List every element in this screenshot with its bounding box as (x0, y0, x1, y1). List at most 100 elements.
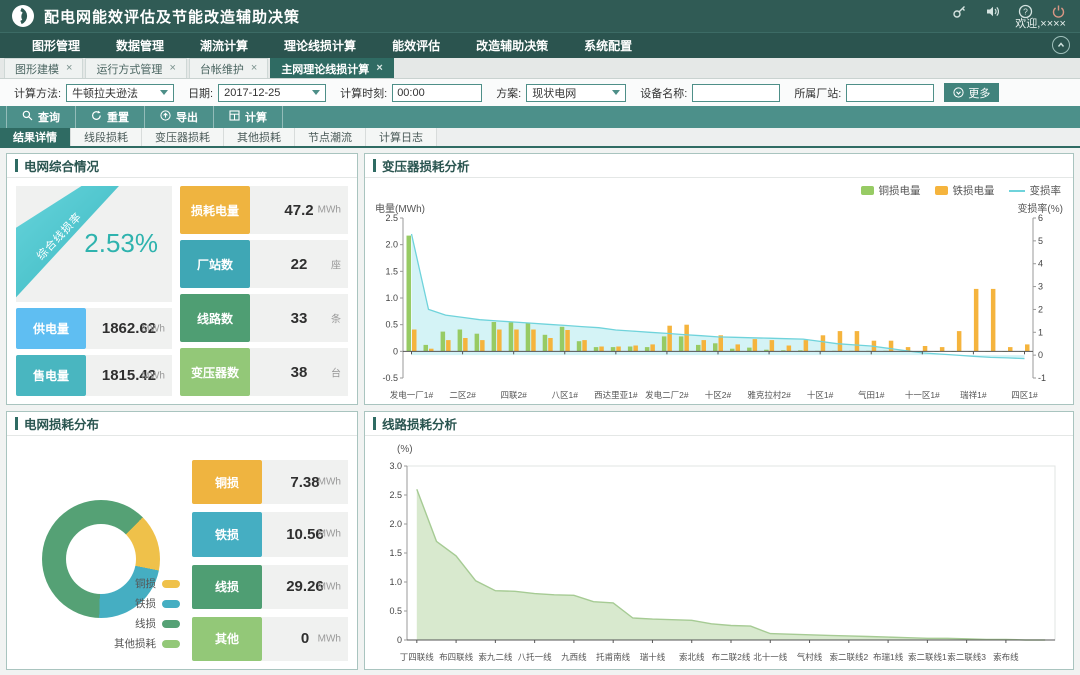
toolbar: 查询重置导出计算 (0, 106, 1080, 128)
key-icon[interactable] (952, 4, 967, 19)
svg-text:0: 0 (1038, 350, 1043, 360)
sub-tab[interactable]: 变压器损耗 (142, 128, 224, 146)
reset-icon (91, 110, 102, 124)
legend-swatch-icon (861, 186, 874, 195)
method-select[interactable]: 牛顿拉夫逊法 (66, 84, 174, 102)
search-button[interactable]: 查询 (6, 106, 76, 128)
stat-card-label: 线损 (192, 565, 262, 609)
svg-text:1.0: 1.0 (385, 293, 398, 303)
legend-item[interactable]: 变损率 (1009, 183, 1062, 198)
calculate-icon (229, 110, 240, 124)
nav-item[interactable]: 能效评估 (374, 33, 458, 59)
station-input[interactable] (846, 84, 934, 102)
close-icon[interactable]: × (169, 63, 175, 74)
stat-card-value: 1815.42MWh (86, 355, 172, 396)
document-tab[interactable]: 运行方式管理 × (85, 58, 186, 78)
legend-item[interactable]: 线损 (114, 616, 180, 631)
stat-card-label: 铁损 (192, 512, 262, 556)
stat-card-value: 1862.62MWh (86, 308, 172, 349)
stat-card-label: 损耗电量 (180, 186, 250, 234)
app-title: 配电网能效评估及节能改造辅助决策 (44, 6, 300, 27)
legend-swatch-icon (162, 580, 180, 588)
panel-transformer-loss: 变压器损耗分析 铜损电量铁损电量变损率 电量(MWh) 变损率(%) 2.52.… (364, 153, 1074, 405)
y-axis-label: (%) (397, 444, 413, 455)
svg-text:九西线: 九西线 (561, 652, 587, 662)
main-nav: 图形管理数据管理潮流计算理论线损计算能效评估改造辅助决策系统配置 (0, 32, 1080, 58)
document-tab-label: 运行方式管理 (96, 61, 162, 77)
station-label: 所属厂站: (794, 85, 841, 101)
chevron-down-icon (612, 90, 620, 95)
sub-tab[interactable]: 结果详情 (0, 128, 71, 146)
chevron-up-icon[interactable] (1052, 36, 1070, 54)
stat-card: 铜损7.38MWh (192, 460, 348, 504)
svg-text:丁四联线: 丁四联线 (400, 652, 435, 662)
svg-text:八托一线: 八托一线 (518, 652, 553, 662)
legend-item[interactable]: 铜损电量 (861, 183, 921, 198)
panel-title: 电网综合情况 (24, 156, 99, 175)
reset-button[interactable]: 重置 (76, 106, 145, 128)
svg-text:布瑞1线: 布瑞1线 (873, 652, 904, 662)
more-button[interactable]: 更多 (944, 83, 999, 102)
document-tab[interactable]: 图形建模× (4, 58, 83, 78)
donut-legend: 铜损铁损线损其他损耗 (114, 576, 180, 651)
document-tab[interactable]: 主网理论线损计算× (270, 58, 393, 78)
stat-card-value: 7.38MWh (262, 460, 348, 504)
close-icon[interactable]: × (66, 63, 72, 74)
legend-label: 铁损 (135, 596, 156, 611)
sub-tab[interactable]: 节点潮流 (295, 128, 366, 146)
stat-card-value: 29.26MWh (262, 565, 348, 609)
plan-value: 现状电网 (532, 85, 576, 101)
export-button[interactable]: 导出 (145, 106, 214, 128)
svg-text:0.5: 0.5 (385, 320, 398, 330)
nav-item[interactable]: 理论线损计算 (266, 33, 374, 59)
time-input[interactable] (392, 84, 482, 102)
svg-text:1.5: 1.5 (389, 548, 402, 558)
svg-text:西达里亚1#: 西达里亚1# (594, 390, 638, 400)
legend-swatch-icon (935, 186, 948, 195)
legend-item[interactable]: 铁损 (114, 596, 180, 611)
svg-text:索九二线: 索九二线 (478, 652, 513, 662)
stat-card-value: 10.56MWh (262, 512, 348, 556)
sub-tab[interactable]: 计算日志 (366, 128, 437, 146)
close-icon[interactable]: × (251, 63, 257, 74)
stat-card-label: 铜损 (192, 460, 262, 504)
svg-text:1.0: 1.0 (389, 577, 402, 587)
close-icon[interactable]: × (376, 63, 382, 74)
svg-text:八区1#: 八区1# (552, 390, 579, 400)
nav-item[interactable]: 数据管理 (98, 33, 182, 59)
result-sub-tabs: 结果详情线段损耗变压器损耗其他损耗节点潮流计算日志 (0, 128, 1080, 148)
stat-card-unit: 台 (331, 365, 341, 380)
calculate-button[interactable]: 计算 (214, 106, 283, 128)
app-logo-icon (12, 5, 34, 27)
nav-item[interactable]: 改造辅助决策 (458, 33, 566, 59)
sub-tab[interactable]: 其他损耗 (224, 128, 295, 146)
panel-header: 线路损耗分析 (365, 412, 1073, 436)
svg-text:-1: -1 (1038, 373, 1046, 383)
svg-text:索二联线3: 索二联线3 (947, 652, 986, 662)
svg-text:1.5: 1.5 (385, 266, 398, 276)
stat-card: 损耗电量47.2MWh (180, 186, 348, 234)
loss-rate-value: 2.53% (84, 228, 158, 259)
document-tab[interactable]: 台帐维护× (189, 58, 268, 78)
plan-label: 方案: (496, 85, 521, 101)
legend-item[interactable]: 铜损 (114, 576, 180, 591)
legend-item[interactable]: 铁损电量 (935, 183, 995, 198)
legend-item[interactable]: 其他损耗 (114, 636, 180, 651)
stat-card: 铁损10.56MWh (192, 512, 348, 556)
legend-label: 铜损 (135, 576, 156, 591)
panel-header: 电网损耗分布 (7, 412, 357, 436)
sub-tab[interactable]: 线段损耗 (71, 128, 142, 146)
device-name-label: 设备名称: (640, 85, 687, 101)
nav-item[interactable]: 图形管理 (14, 33, 98, 59)
nav-item[interactable]: 系统配置 (566, 33, 650, 59)
document-tabs: 图形建模×运行方式管理×台帐维护×主网理论线损计算× (0, 58, 1080, 79)
plan-select[interactable]: 现状电网 (526, 84, 626, 102)
date-select[interactable]: 2017-12-25 (218, 84, 326, 102)
panel-loss-distribution: 电网损耗分布 铜损铁损线损其他损耗 铜损7.38MWh铁损10.56MWh线损2… (6, 411, 358, 670)
toolbar-button-label: 查询 (38, 109, 60, 125)
volume-icon[interactable] (985, 4, 1000, 19)
device-name-input[interactable] (692, 84, 780, 102)
nav-item[interactable]: 潮流计算 (182, 33, 266, 59)
method-value: 牛顿拉夫逊法 (72, 85, 138, 101)
date-label: 日期: (188, 85, 213, 101)
